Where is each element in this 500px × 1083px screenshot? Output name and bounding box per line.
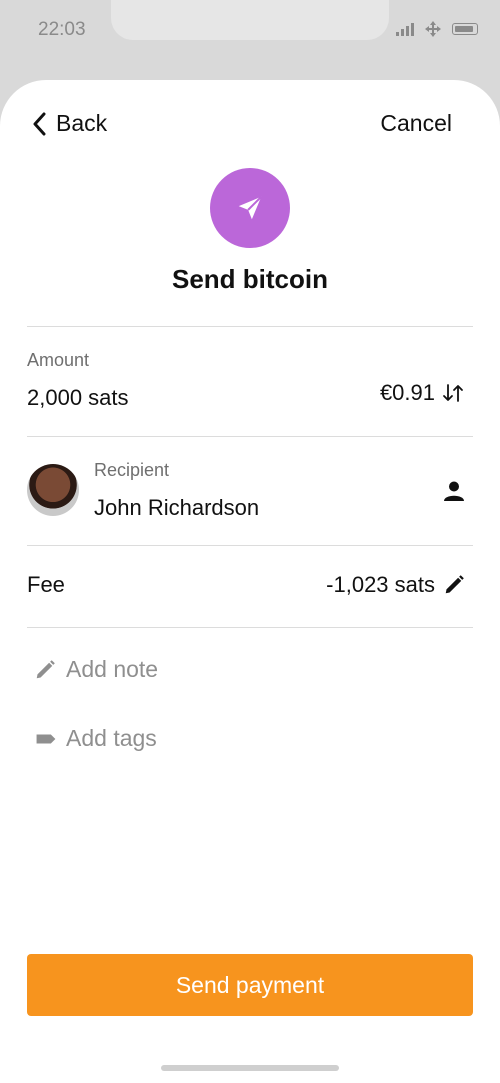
send-payment-button[interactable]: Send payment xyxy=(27,954,473,1016)
status-time: 22:03 xyxy=(38,19,86,40)
recipient-row[interactable]: Recipient John Richardson xyxy=(27,438,473,546)
swap-currency-icon[interactable] xyxy=(441,383,465,403)
send-arrow-icon xyxy=(238,196,262,220)
recipient-text: Recipient John Richardson xyxy=(94,460,259,521)
add-note-button[interactable]: Add note xyxy=(34,656,158,683)
recipient-avatar xyxy=(27,464,79,516)
divider xyxy=(27,326,473,327)
fee-value: -1,023 sats xyxy=(326,572,435,597)
fiat-value: €0.91 xyxy=(379,380,435,405)
battery-icon xyxy=(452,23,478,35)
send-icon-circle xyxy=(210,168,290,248)
page-title: Send bitcoin xyxy=(172,264,328,294)
status-notch xyxy=(111,0,389,40)
signal-icon xyxy=(396,22,414,36)
contact-icon[interactable] xyxy=(443,480,465,502)
status-icons xyxy=(396,20,478,38)
back-label: Back xyxy=(56,110,108,136)
send-sheet: Back Cancel Send bitcoin Amount 2,000 sa… xyxy=(0,80,500,1083)
amount-row[interactable]: Amount 2,000 sats €0.91 xyxy=(27,350,473,440)
cancel-button[interactable]: Cancel xyxy=(380,110,452,137)
chevron-left-icon xyxy=(33,112,46,135)
top-nav: Back Cancel xyxy=(0,110,500,140)
divider xyxy=(27,627,473,628)
edit-fee-icon[interactable] xyxy=(443,574,465,596)
add-note-label: Add note xyxy=(66,656,159,682)
add-tags-label: Add tags xyxy=(66,725,157,751)
fee-value-group: -1,023 sats xyxy=(326,572,465,598)
divider xyxy=(27,545,473,546)
home-indicator xyxy=(161,1065,339,1071)
pencil-icon xyxy=(36,659,55,678)
fee-row[interactable]: Fee -1,023 sats xyxy=(27,572,473,602)
network-icon xyxy=(425,21,441,37)
recipient-label: Recipient xyxy=(94,460,170,480)
divider xyxy=(27,436,473,437)
fiat-amount: €0.91 xyxy=(380,380,465,406)
add-tags-button[interactable]: Add tags xyxy=(34,725,157,752)
back-button[interactable]: Back xyxy=(32,110,107,137)
tag-icon xyxy=(36,733,56,744)
amount-label: Amount xyxy=(27,350,90,370)
recipient-name: John Richardson xyxy=(94,495,260,520)
